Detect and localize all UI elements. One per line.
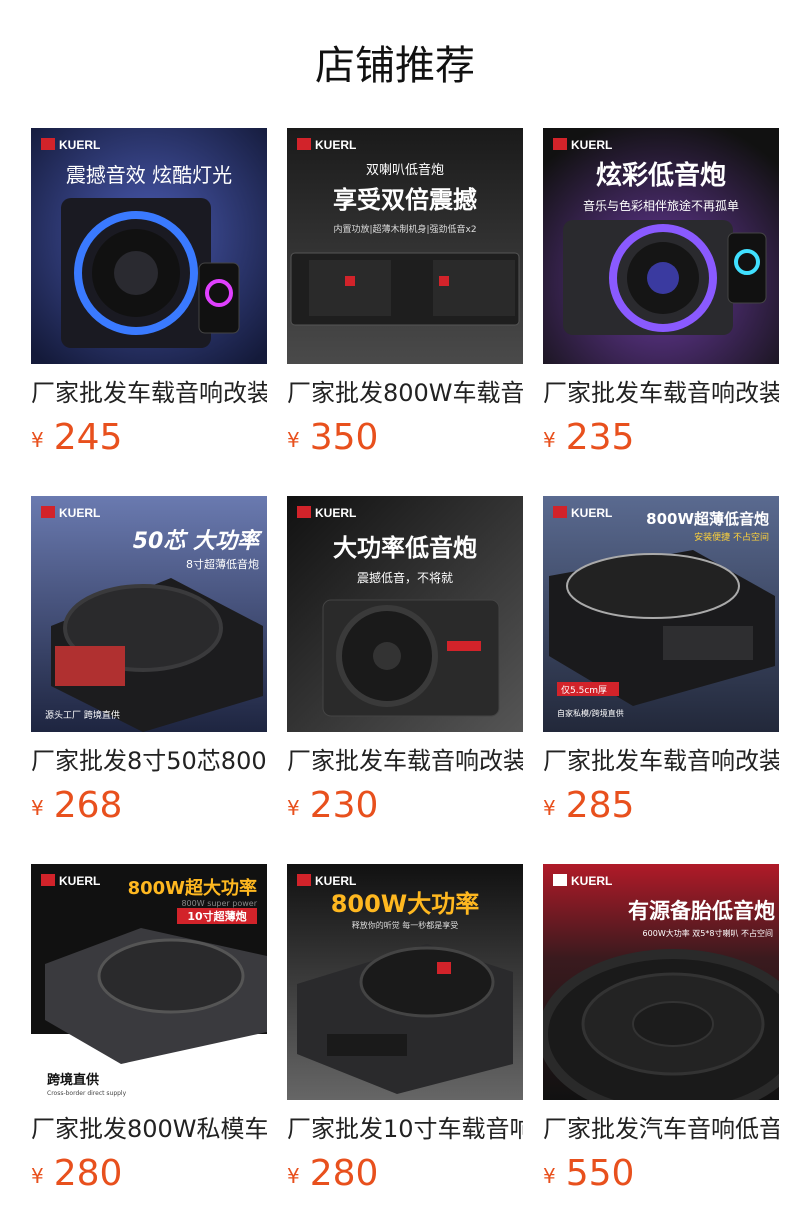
price-value: 230 [309,785,379,826]
product-image[interactable]: KUERL 有源备胎低音炮 600W大功率 双5*8寸喇叭 不占空间 [543,864,779,1100]
image-foot: 自家私模/跨境直供 [557,708,624,718]
image-headline: 50芯 大功率 [133,528,263,554]
brand-logo: KUERL [59,138,100,152]
product-image[interactable]: KUERL 震撼音效 炫酷灯光 [31,128,267,364]
product-name[interactable]: 厂家批发10寸车载音响 [287,1112,523,1146]
product-image[interactable]: KUERL 800W超薄低音炮 安装便捷 不占空间 仅5.5cm厚 自家私模/跨… [543,496,779,732]
image-sub: 内置功放|超薄木制机身|强劲低音x2 [333,223,476,235]
currency-symbol: ¥ [31,1164,44,1188]
image-headline: 享受双倍震撼 [333,186,477,214]
image-headline: 800W超薄低音炮 [646,510,769,528]
product-name[interactable]: 厂家批发800W车载音响 [287,376,523,410]
product-image[interactable]: KUERL 大功率低音炮 震撼低音，不将就 [287,496,523,732]
product-price: ¥230 [287,786,378,826]
image-sub: 800W super power [181,899,257,908]
brand-logo: KUERL [571,506,612,520]
price-value: 268 [53,785,123,826]
page-title: 店铺推荐 [315,43,475,89]
product-price: ¥268 [31,786,122,826]
image-headline: 800W大功率 [331,890,480,918]
price-value: 550 [565,1153,635,1194]
image-headline: 大功率低音炮 [333,534,477,562]
price-value: 235 [565,417,635,458]
image-headline: 800W超大功率 [128,877,257,899]
currency-symbol: ¥ [543,1164,556,1188]
image-foot: 跨境直供 [47,1072,99,1088]
price-value: 280 [53,1153,123,1194]
image-footsub: Cross-border direct supply [47,1090,127,1097]
currency-symbol: ¥ [287,796,300,820]
image-sub: 600W大功率 双5*8寸喇叭 不占空间 [643,928,773,938]
currency-symbol: ¥ [287,428,300,452]
image-sub: 释放你的听觉 每一秒都是享受 [352,920,459,930]
brand-logo: KUERL [315,506,356,520]
product-name[interactable]: 厂家批发汽车音响低音炮 [543,1112,779,1146]
image-sub: 安装便捷 不占空间 [694,531,769,543]
product-price: ¥550 [543,1154,634,1194]
image-sub: 8寸超薄低音炮 [186,557,259,571]
currency-symbol: ¥ [287,1164,300,1188]
image-headline: 有源备胎低音炮 [628,899,775,923]
product-image[interactable]: KUERL 800W大功率 释放你的听觉 每一秒都是享受 [287,864,523,1100]
product-name[interactable]: 厂家批发8寸50芯800W [31,744,267,778]
currency-symbol: ¥ [543,796,556,820]
product-price: ¥280 [287,1154,378,1194]
image-headline: 炫彩低音炮 [596,160,726,191]
brand-logo: KUERL [315,874,356,888]
brand-logo: KUERL [315,138,356,152]
product-image[interactable]: KUERL 50芯 大功率 8寸超薄低音炮 源头工厂 跨境直供 [31,496,267,732]
product-image[interactable]: KUERL 双喇叭低音炮 享受双倍震撼 内置功放|超薄木制机身|强劲低音x2 [287,128,523,364]
image-headline: 震撼音效 炫酷灯光 [66,163,232,187]
product-price: ¥350 [287,418,378,458]
currency-symbol: ¥ [31,796,44,820]
product-price: ¥285 [543,786,634,826]
product-name[interactable]: 厂家批发车载音响改装 [287,744,523,778]
price-value: 285 [565,785,635,826]
currency-symbol: ¥ [543,428,556,452]
product-name[interactable]: 厂家批发车载音响改装 [543,376,779,410]
image-sub: 音乐与色彩相伴旅途不再孤单 [583,198,739,213]
image-kicker: 双喇叭低音炮 [366,162,444,178]
brand-logo: KUERL [59,874,100,888]
image-sub: 震撼低音，不将就 [357,570,453,585]
product-price: ¥235 [543,418,634,458]
price-value: 280 [309,1153,379,1194]
product-name[interactable]: 厂家批发车载音响改装 [543,744,779,778]
product-name[interactable]: 厂家批发800W私模车载 [31,1112,267,1146]
image-badge: 10寸超薄炮 [187,909,246,923]
product-price: ¥245 [31,418,122,458]
product-image[interactable]: KUERL 炫彩低音炮 音乐与色彩相伴旅途不再孤单 [543,128,779,364]
brand-logo: KUERL [571,138,612,152]
image-badge: 源头工厂 跨境直供 [45,709,120,721]
brand-logo: KUERL [571,874,612,888]
price-value: 350 [309,417,379,458]
product-image[interactable]: KUERL 800W超大功率 800W super power 10寸超薄炮 跨… [31,864,267,1100]
product-name[interactable]: 厂家批发车载音响改装 [31,376,267,410]
product-price: ¥280 [31,1154,122,1194]
image-badge: 仅5.5cm厚 [561,684,607,696]
price-value: 245 [53,417,123,458]
currency-symbol: ¥ [31,428,44,452]
brand-logo: KUERL [59,506,100,520]
